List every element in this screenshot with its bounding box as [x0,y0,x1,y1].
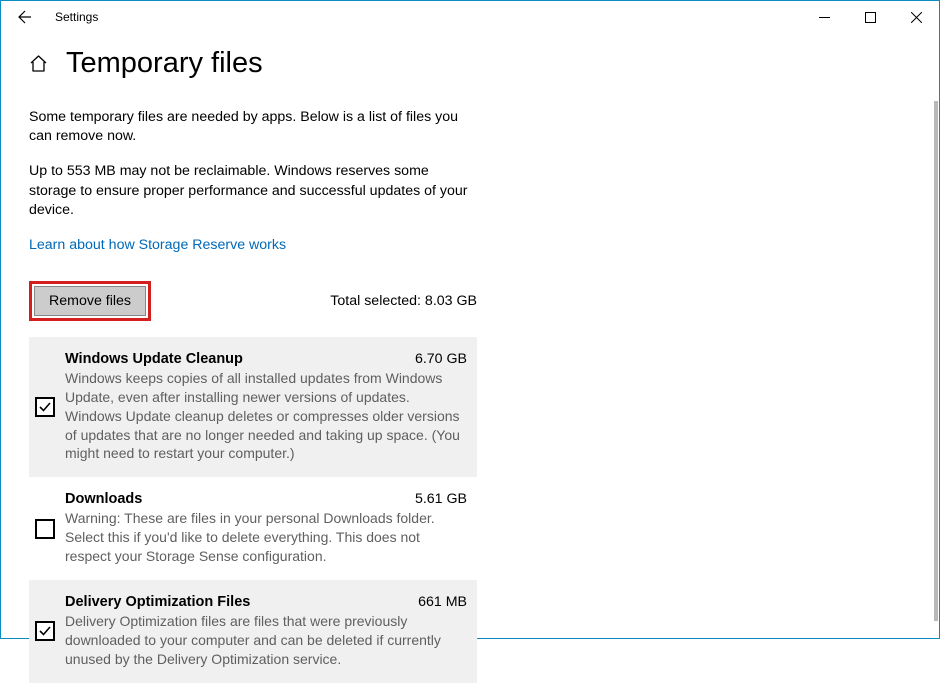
remove-button-highlight: Remove files [29,281,151,321]
item-size: 5.61 GB [415,491,467,507]
checkbox[interactable] [35,397,55,417]
home-icon[interactable] [29,54,48,73]
app-title: Settings [55,10,98,24]
minimize-icon [819,12,830,23]
check-icon [38,400,52,414]
item-size: 6.70 GB [415,351,467,367]
maximize-icon [865,12,876,23]
back-arrow-icon [17,9,33,25]
list-item: Downloads 5.61 GB Warning: These are files… [29,477,477,580]
close-button[interactable] [893,1,939,33]
checkbox[interactable] [35,621,55,641]
info-text-2: Up to 553 MB may not be reclaimable. Win… [29,162,479,220]
maximize-button[interactable] [847,1,893,33]
minimize-button[interactable] [801,1,847,33]
item-description: Warning: These are files in your persona… [65,509,467,566]
back-button[interactable] [9,1,41,33]
item-title: Delivery Optimization Files [65,594,250,610]
learn-link[interactable]: Learn about how Storage Reserve works [29,237,286,253]
info-text-1: Some temporary files are needed by apps.… [29,108,479,146]
list-item: Windows Update Cleanup 6.70 GB Windows kee… [29,337,477,477]
item-title: Downloads [65,491,142,507]
checkbox[interactable] [35,519,55,539]
scrollbar[interactable] [934,101,938,621]
page-title: Temporary files [66,47,263,80]
close-icon [911,12,922,23]
list-item: Delivery Optimization Files 661 MB Deliver… [29,580,477,683]
item-description: Delivery Optimization files are files th… [65,612,467,669]
item-title: Windows Update Cleanup [65,351,243,367]
check-icon [38,624,52,638]
total-selected-text: Total selected: 8.03 GB [330,293,477,309]
item-size: 661 MB [418,594,467,610]
item-description: Windows keeps copies of all installed up… [65,369,467,463]
remove-files-button[interactable]: Remove files [34,286,146,316]
